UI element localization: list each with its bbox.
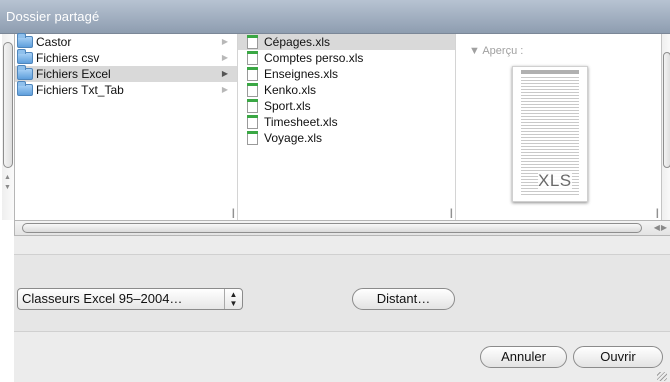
folder-icon bbox=[17, 81, 33, 96]
file-format-value: Classeurs Excel 95–2004… bbox=[22, 291, 183, 306]
preview-column: ▼ Aperçu : XLS || bbox=[456, 34, 661, 220]
vertical-scroll-thumb[interactable] bbox=[663, 52, 670, 168]
dialog-title: Dossier partagé bbox=[6, 9, 100, 24]
file-label: Kenko.xls bbox=[264, 83, 317, 97]
file-item-timesheet[interactable]: Timesheet.xls bbox=[238, 114, 455, 130]
disclosure-arrow-icon: ▶ bbox=[221, 37, 228, 46]
disclosure-arrow-icon: ▶ bbox=[221, 69, 228, 78]
scroll-up-arrow-icon[interactable]: ▲ bbox=[4, 174, 11, 181]
folder-label: Castor bbox=[36, 35, 72, 49]
column-resize-handle[interactable]: || bbox=[656, 208, 660, 219]
file-item-voyage[interactable]: Voyage.xls bbox=[238, 130, 455, 146]
vertical-scrollbar-left[interactable]: ▲ ▼ bbox=[2, 34, 15, 220]
xls-file-icon bbox=[247, 115, 258, 129]
folder-icon bbox=[17, 65, 33, 80]
window-resize-grip-icon[interactable] bbox=[657, 372, 667, 381]
dialog-controls: Classeurs Excel 95–2004… ▲ ▼ Distant… Ann… bbox=[14, 236, 670, 382]
xls-file-icon bbox=[247, 131, 258, 145]
folder-item-fichiers-csv[interactable]: Fichiers csv ▶ bbox=[15, 49, 237, 66]
disclosure-triangle-icon: ▼ bbox=[469, 45, 483, 57]
up-down-arrows-icon: ▲ ▼ bbox=[224, 289, 242, 309]
xls-file-icon bbox=[247, 67, 258, 81]
folder-label: Fichiers Excel bbox=[36, 67, 111, 81]
file-label: Timesheet.xls bbox=[264, 115, 338, 129]
file-column: Cépages.xls Comptes perso.xls Enseignes.… bbox=[238, 34, 456, 220]
file-item-sport[interactable]: Sport.xls bbox=[238, 98, 455, 114]
file-item-cepages[interactable]: Cépages.xls bbox=[238, 34, 455, 50]
file-label: Enseignes.xls bbox=[264, 67, 339, 81]
column-browser: ▲ ▼ Castor ▶ Fichiers csv ▶ Fichiers Exc… bbox=[2, 33, 670, 220]
file-label: Voyage.xls bbox=[264, 131, 323, 145]
folder-item-fichiers-excel[interactable]: Fichiers Excel ▶ bbox=[15, 65, 237, 82]
file-item-comptes-perso[interactable]: Comptes perso.xls bbox=[238, 50, 455, 66]
xls-file-icon bbox=[247, 51, 258, 65]
column-resize-handle[interactable]: || bbox=[232, 208, 236, 219]
file-label: Cépages.xls bbox=[264, 35, 331, 49]
horizontal-scrollbar[interactable]: ◀▶ bbox=[14, 220, 670, 236]
xls-file-icon bbox=[247, 35, 258, 49]
file-label: Comptes perso.xls bbox=[264, 51, 364, 65]
preview-file-type: XLS bbox=[538, 171, 572, 191]
options-band: Classeurs Excel 95–2004… ▲ ▼ Distant… bbox=[14, 254, 670, 332]
folder-item-castor[interactable]: Castor ▶ bbox=[15, 33, 237, 50]
xls-file-icon bbox=[247, 99, 258, 113]
folder-icon bbox=[17, 49, 33, 64]
distant-button[interactable]: Distant… bbox=[352, 288, 455, 310]
open-button[interactable]: Ouvrir bbox=[573, 346, 663, 368]
file-format-popup[interactable]: Classeurs Excel 95–2004… ▲ ▼ bbox=[17, 288, 243, 310]
preview-label: ▼ Aperçu : bbox=[469, 45, 524, 57]
vertical-scrollbar-right[interactable] bbox=[661, 34, 670, 220]
xls-file-icon bbox=[247, 83, 258, 97]
folder-label: Fichiers Txt_Tab bbox=[36, 83, 124, 97]
dialog-header: Dossier partagé bbox=[0, 0, 670, 34]
file-label: Sport.xls bbox=[264, 99, 311, 113]
disclosure-arrow-icon: ▶ bbox=[221, 85, 228, 94]
file-item-enseignes[interactable]: Enseignes.xls bbox=[238, 66, 455, 82]
cancel-button[interactable]: Annuler bbox=[480, 346, 567, 368]
file-preview-thumbnail: XLS bbox=[512, 66, 588, 202]
folder-column: Castor ▶ Fichiers csv ▶ Fichiers Excel ▶… bbox=[15, 33, 238, 220]
horizontal-scroll-thumb[interactable] bbox=[22, 223, 642, 233]
disclosure-arrow-icon: ▶ bbox=[221, 53, 228, 62]
scroll-down-arrow-icon[interactable]: ▼ bbox=[4, 184, 11, 191]
column-resize-handle[interactable]: || bbox=[450, 208, 454, 219]
file-item-kenko[interactable]: Kenko.xls bbox=[238, 82, 455, 98]
folder-item-fichiers-txt-tab[interactable]: Fichiers Txt_Tab ▶ bbox=[15, 81, 237, 98]
preview-sheet-header bbox=[521, 70, 579, 74]
folder-label: Fichiers csv bbox=[36, 51, 100, 65]
scroll-left-right-arrows-icon[interactable]: ◀▶ bbox=[654, 223, 668, 232]
vertical-scroll-thumb[interactable] bbox=[3, 42, 13, 168]
folder-icon bbox=[17, 33, 33, 48]
